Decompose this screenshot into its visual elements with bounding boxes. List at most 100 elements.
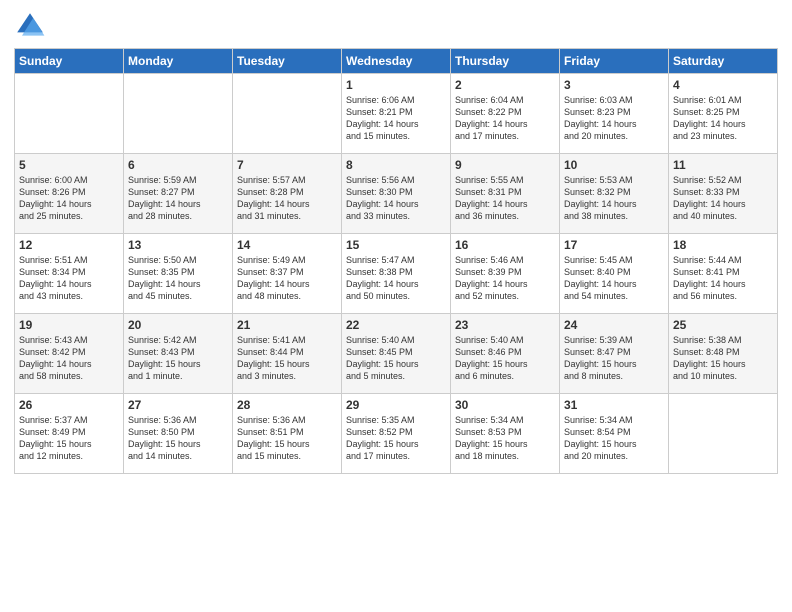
cell-content: Sunrise: 5:36 AM Sunset: 8:51 PM Dayligh… (237, 414, 337, 463)
calendar: SundayMondayTuesdayWednesdayThursdayFrid… (14, 48, 778, 474)
day-number: 21 (237, 318, 337, 332)
calendar-cell: 18 Sunrise: 5:44 AM Sunset: 8:41 PM Dayli… (669, 234, 778, 314)
day-number: 22 (346, 318, 446, 332)
calendar-cell: 1Sunrise: 6:06 AM Sunset: 8:21 PM Daylig… (342, 74, 451, 154)
calendar-cell: 19 Sunrise: 5:43 AM Sunset: 8:42 PM Dayli… (15, 314, 124, 394)
cell-content: Sunrise: 5:41 AM Sunset: 8:44 PM Dayligh… (237, 334, 337, 383)
day-number: 11 (673, 158, 773, 172)
calendar-cell (124, 74, 233, 154)
day-number: 2 (455, 78, 555, 92)
cell-content: Sunrise: 5:37 AM Sunset: 8:49 PM Dayligh… (19, 414, 119, 463)
day-number: 26 (19, 398, 119, 412)
calendar-cell: 26 Sunrise: 5:37 AM Sunset: 8:49 PM Dayli… (15, 394, 124, 474)
day-number: 3 (564, 78, 664, 92)
cell-content: Sunrise: 5:38 AM Sunset: 8:48 PM Dayligh… (673, 334, 773, 383)
header (14, 10, 778, 42)
calendar-cell: 25 Sunrise: 5:38 AM Sunset: 8:48 PM Dayli… (669, 314, 778, 394)
calendar-cell: 3Sunrise: 6:03 AM Sunset: 8:23 PM Daylig… (560, 74, 669, 154)
cell-content: Sunrise: 5:40 AM Sunset: 8:46 PM Dayligh… (455, 334, 555, 383)
calendar-cell: 4Sunrise: 6:01 AM Sunset: 8:25 PM Daylig… (669, 74, 778, 154)
cell-content: Sunrise: 5:43 AM Sunset: 8:42 PM Dayligh… (19, 334, 119, 383)
cell-content: Sunrise: 6:00 AM Sunset: 8:26 PM Dayligh… (19, 174, 119, 223)
calendar-cell: 17 Sunrise: 5:45 AM Sunset: 8:40 PM Dayli… (560, 234, 669, 314)
calendar-cell: 2 Sunrise: 6:04 AM Sunset: 8:22 PM Daylig… (451, 74, 560, 154)
calendar-cell: 27 Sunrise: 5:36 AM Sunset: 8:50 PM Dayli… (124, 394, 233, 474)
calendar-cell: 14 Sunrise: 5:49 AM Sunset: 8:37 PM Dayli… (233, 234, 342, 314)
cell-content: Sunrise: 5:56 AM Sunset: 8:30 PM Dayligh… (346, 174, 446, 223)
week-row-2: 12 Sunrise: 5:51 AM Sunset: 8:34 PM Dayli… (15, 234, 778, 314)
week-row-3: 19 Sunrise: 5:43 AM Sunset: 8:42 PM Dayli… (15, 314, 778, 394)
calendar-cell: 7Sunrise: 5:57 AM Sunset: 8:28 PM Daylig… (233, 154, 342, 234)
day-number: 14 (237, 238, 337, 252)
calendar-cell: 12 Sunrise: 5:51 AM Sunset: 8:34 PM Dayli… (15, 234, 124, 314)
calendar-cell: 11 Sunrise: 5:52 AM Sunset: 8:33 PM Dayli… (669, 154, 778, 234)
calendar-cell (669, 394, 778, 474)
calendar-cell: 29 Sunrise: 5:35 AM Sunset: 8:52 PM Dayli… (342, 394, 451, 474)
calendar-cell: 21 Sunrise: 5:41 AM Sunset: 8:44 PM Dayli… (233, 314, 342, 394)
day-number: 4 (673, 78, 773, 92)
cell-content: Sunrise: 5:44 AM Sunset: 8:41 PM Dayligh… (673, 254, 773, 303)
calendar-cell: 5 Sunrise: 6:00 AM Sunset: 8:26 PM Daylig… (15, 154, 124, 234)
day-number: 13 (128, 238, 228, 252)
cell-content: Sunrise: 5:51 AM Sunset: 8:34 PM Dayligh… (19, 254, 119, 303)
logo (14, 10, 50, 42)
day-header-thursday: Thursday (451, 49, 560, 74)
day-number: 12 (19, 238, 119, 252)
day-number: 16 (455, 238, 555, 252)
calendar-cell: 23 Sunrise: 5:40 AM Sunset: 8:46 PM Dayli… (451, 314, 560, 394)
cell-content: Sunrise: 5:59 AM Sunset: 8:27 PM Dayligh… (128, 174, 228, 223)
cell-content: Sunrise: 5:47 AM Sunset: 8:38 PM Dayligh… (346, 254, 446, 303)
week-row-4: 26 Sunrise: 5:37 AM Sunset: 8:49 PM Dayli… (15, 394, 778, 474)
day-number: 15 (346, 238, 446, 252)
week-row-0: 1Sunrise: 6:06 AM Sunset: 8:21 PM Daylig… (15, 74, 778, 154)
calendar-header: SundayMondayTuesdayWednesdayThursdayFrid… (15, 49, 778, 74)
cell-content: Sunrise: 6:04 AM Sunset: 8:22 PM Dayligh… (455, 94, 555, 143)
calendar-cell: 10 Sunrise: 5:53 AM Sunset: 8:32 PM Dayli… (560, 154, 669, 234)
cell-content: Sunrise: 5:49 AM Sunset: 8:37 PM Dayligh… (237, 254, 337, 303)
cell-content: Sunrise: 5:34 AM Sunset: 8:54 PM Dayligh… (564, 414, 664, 463)
day-header-sunday: Sunday (15, 49, 124, 74)
day-header-wednesday: Wednesday (342, 49, 451, 74)
day-number: 8 (346, 158, 446, 172)
day-header-friday: Friday (560, 49, 669, 74)
day-number: 24 (564, 318, 664, 332)
cell-content: Sunrise: 5:40 AM Sunset: 8:45 PM Dayligh… (346, 334, 446, 383)
day-number: 31 (564, 398, 664, 412)
calendar-body: 1Sunrise: 6:06 AM Sunset: 8:21 PM Daylig… (15, 74, 778, 474)
day-number: 9 (455, 158, 555, 172)
cell-content: Sunrise: 5:57 AM Sunset: 8:28 PM Dayligh… (237, 174, 337, 223)
cell-content: Sunrise: 6:06 AM Sunset: 8:21 PM Dayligh… (346, 94, 446, 143)
cell-content: Sunrise: 5:42 AM Sunset: 8:43 PM Dayligh… (128, 334, 228, 383)
logo-icon (14, 10, 46, 42)
calendar-cell: 30 Sunrise: 5:34 AM Sunset: 8:53 PM Dayli… (451, 394, 560, 474)
cell-content: Sunrise: 5:50 AM Sunset: 8:35 PM Dayligh… (128, 254, 228, 303)
day-number: 23 (455, 318, 555, 332)
day-number: 29 (346, 398, 446, 412)
cell-content: Sunrise: 5:53 AM Sunset: 8:32 PM Dayligh… (564, 174, 664, 223)
day-header-saturday: Saturday (669, 49, 778, 74)
day-number: 18 (673, 238, 773, 252)
calendar-cell: 9 Sunrise: 5:55 AM Sunset: 8:31 PM Daylig… (451, 154, 560, 234)
cell-content: Sunrise: 5:55 AM Sunset: 8:31 PM Dayligh… (455, 174, 555, 223)
day-number: 10 (564, 158, 664, 172)
cell-content: Sunrise: 5:46 AM Sunset: 8:39 PM Dayligh… (455, 254, 555, 303)
day-number: 25 (673, 318, 773, 332)
cell-content: Sunrise: 5:36 AM Sunset: 8:50 PM Dayligh… (128, 414, 228, 463)
day-number: 17 (564, 238, 664, 252)
cell-content: Sunrise: 5:35 AM Sunset: 8:52 PM Dayligh… (346, 414, 446, 463)
calendar-cell: 24Sunrise: 5:39 AM Sunset: 8:47 PM Dayli… (560, 314, 669, 394)
cell-content: Sunrise: 5:52 AM Sunset: 8:33 PM Dayligh… (673, 174, 773, 223)
day-number: 19 (19, 318, 119, 332)
calendar-cell (233, 74, 342, 154)
day-number: 5 (19, 158, 119, 172)
calendar-cell: 8 Sunrise: 5:56 AM Sunset: 8:30 PM Daylig… (342, 154, 451, 234)
day-number: 30 (455, 398, 555, 412)
cell-content: Sunrise: 5:34 AM Sunset: 8:53 PM Dayligh… (455, 414, 555, 463)
page: SundayMondayTuesdayWednesdayThursdayFrid… (0, 0, 792, 612)
day-number: 27 (128, 398, 228, 412)
calendar-cell: 31 Sunrise: 5:34 AM Sunset: 8:54 PM Dayli… (560, 394, 669, 474)
cell-content: Sunrise: 5:45 AM Sunset: 8:40 PM Dayligh… (564, 254, 664, 303)
calendar-cell: 16 Sunrise: 5:46 AM Sunset: 8:39 PM Dayli… (451, 234, 560, 314)
day-header-monday: Monday (124, 49, 233, 74)
day-header-tuesday: Tuesday (233, 49, 342, 74)
